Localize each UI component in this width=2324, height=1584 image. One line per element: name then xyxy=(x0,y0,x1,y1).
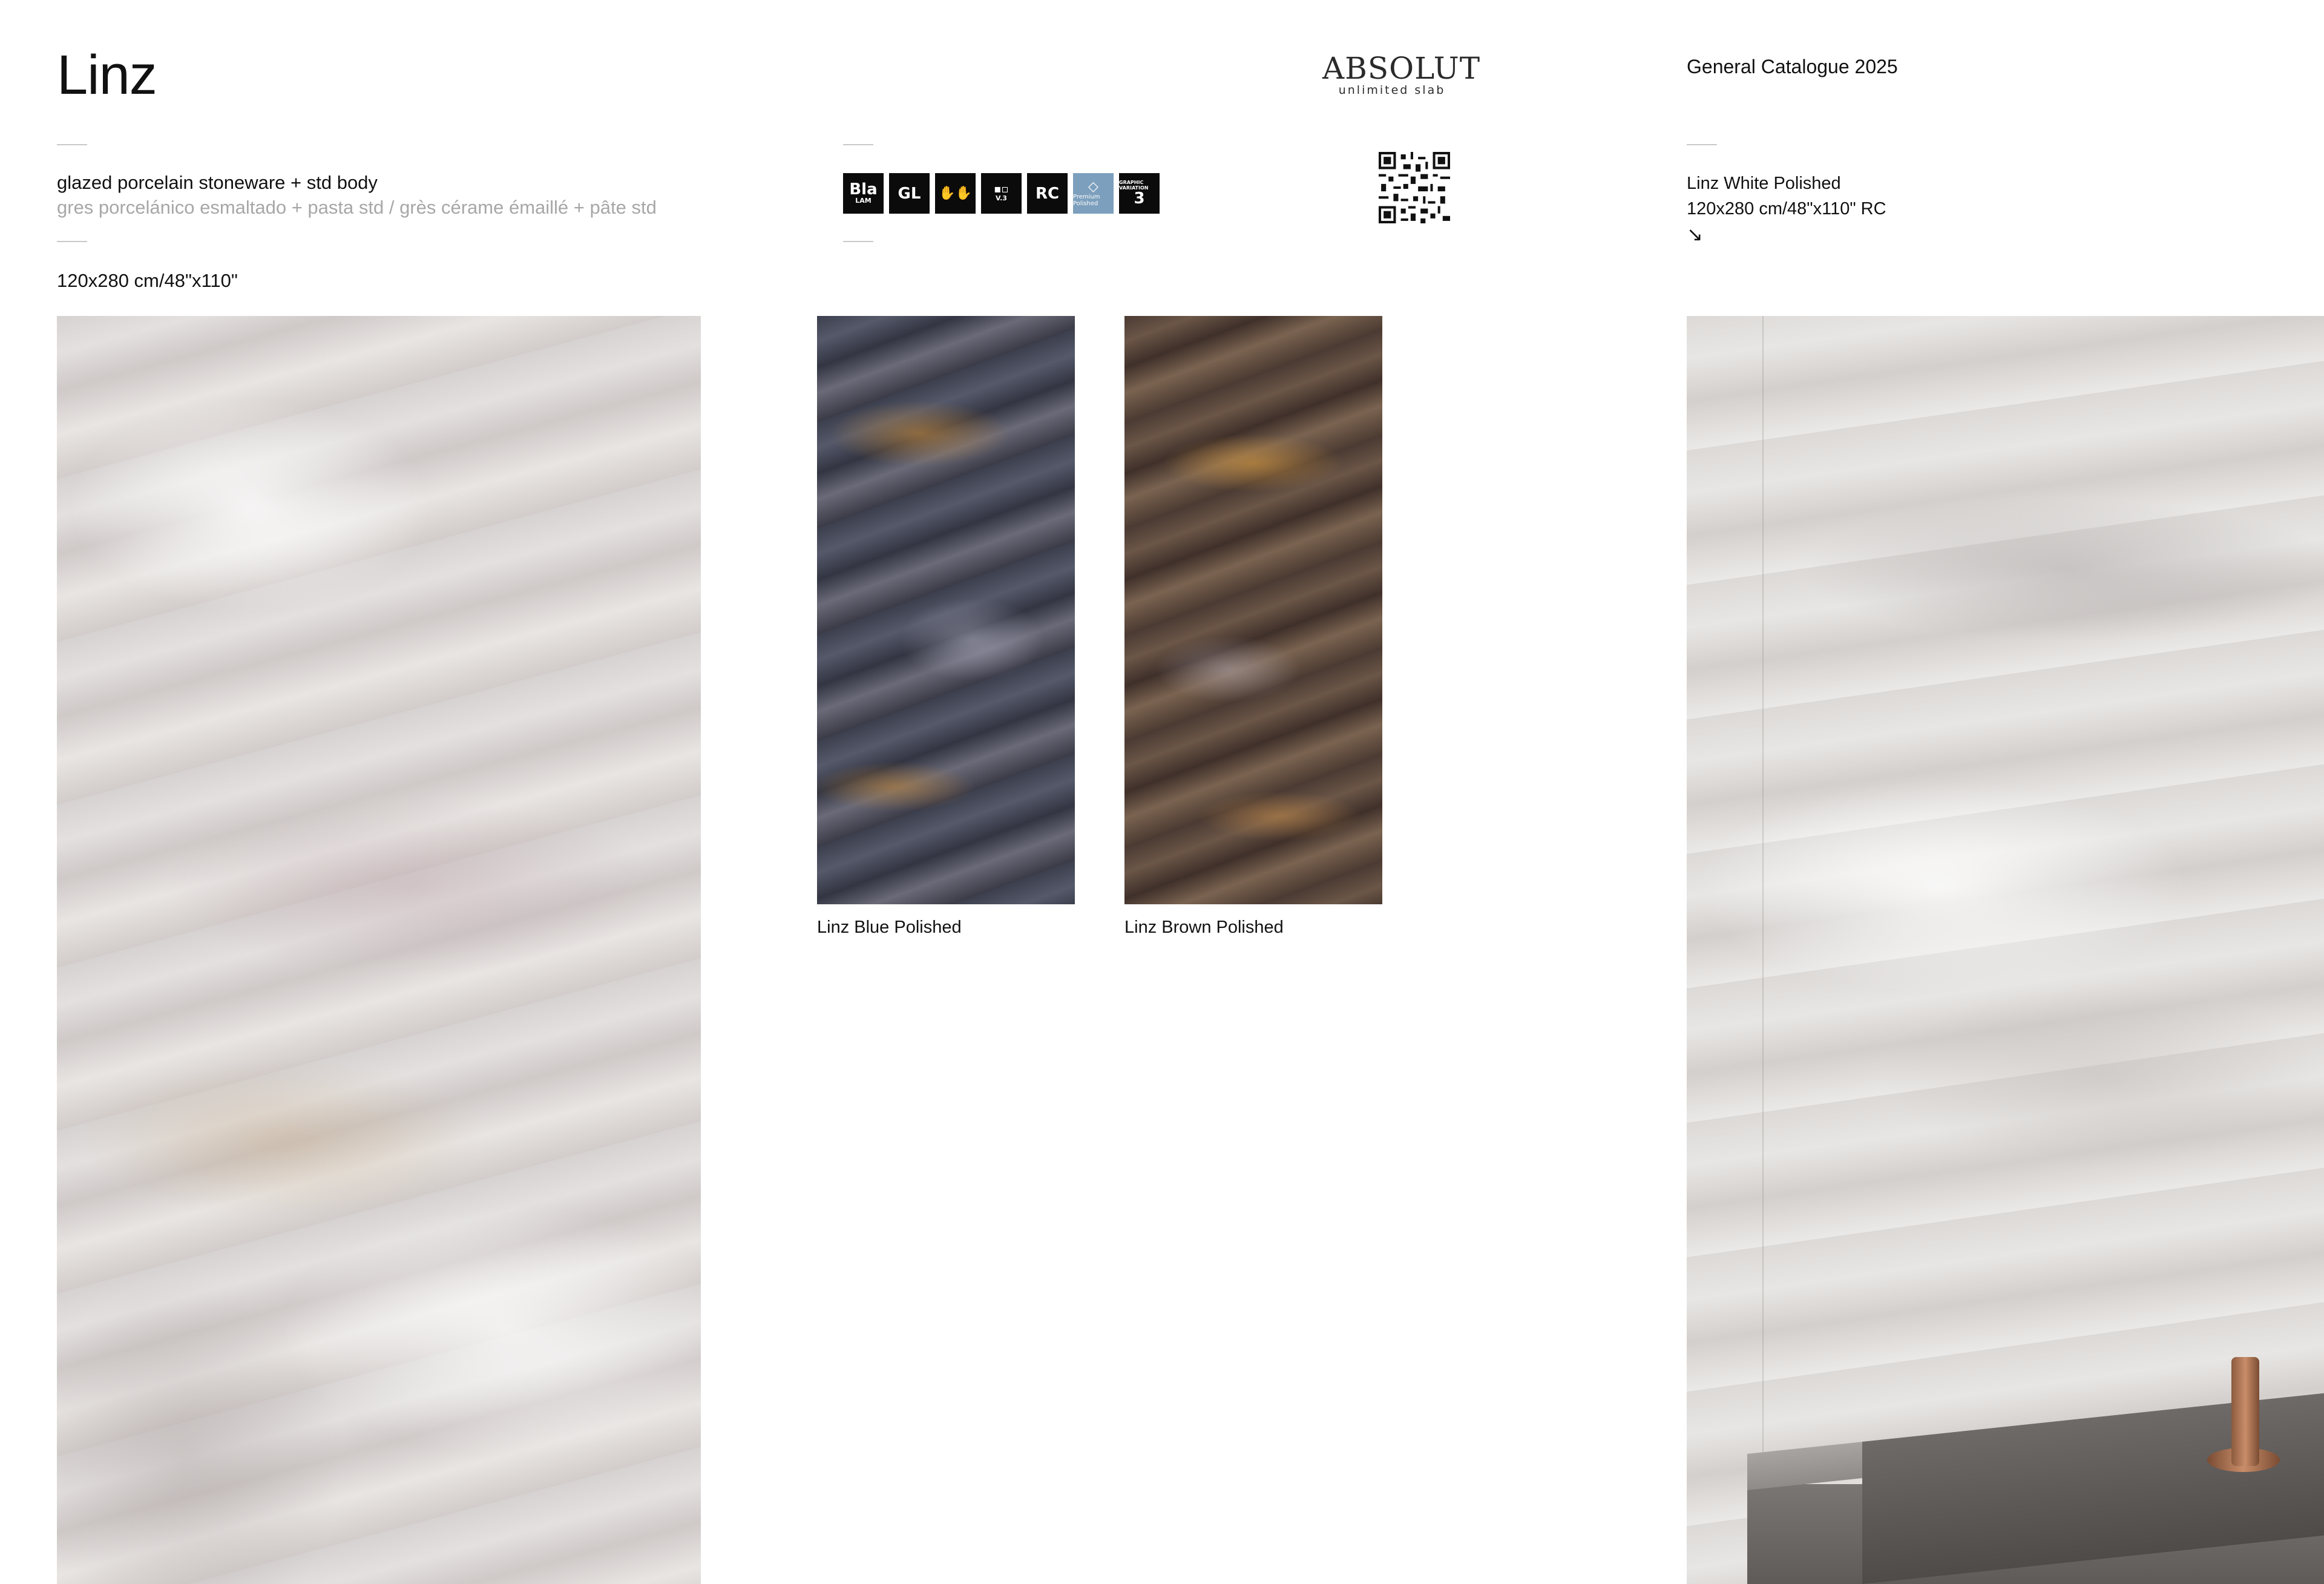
variant-caption: Linz Blue Polished xyxy=(817,918,962,937)
featured-name: Linz White Polished xyxy=(1687,174,1841,193)
badge-text: ◇ xyxy=(1088,179,1098,194)
material-translations: gres porcelánico esmaltado + pasta std /… xyxy=(57,197,657,218)
catalogue-label: General Catalogue 2025 xyxy=(1687,56,1898,77)
divider xyxy=(843,144,873,145)
page-title: Linz xyxy=(57,44,157,106)
divider xyxy=(57,241,87,242)
featured-info: Linz White Polished 120x280 cm/48"x110" … xyxy=(1687,171,1886,247)
format-size: 120x280 cm/48"x110" xyxy=(57,270,238,291)
gl-icon: GL xyxy=(889,173,930,214)
bla-lam-icon: Bla LAM xyxy=(843,173,884,214)
divider xyxy=(1687,144,1717,145)
logo-sub-text: unlimited slab xyxy=(1338,84,1446,97)
badge-text: 3 xyxy=(1134,189,1145,208)
qr-code-icon[interactable] xyxy=(1379,152,1450,223)
divider xyxy=(843,241,873,242)
graphic-variation-icon: GRAPHIC VARIATION 3 xyxy=(1119,173,1160,214)
badge-subtext: V.3 xyxy=(996,194,1007,203)
certification-badges: Bla LAM GL ✋✋ ▪▫ V.3 RC ◇ Premium Polish… xyxy=(843,173,1160,214)
rc-icon: RC xyxy=(1027,173,1068,214)
divider xyxy=(57,144,87,145)
slab-seam xyxy=(1762,316,1764,1584)
badge-text: ✋✋ xyxy=(939,185,972,201)
linz-blue-slab-image xyxy=(817,316,1075,904)
arrow-down-right-icon: ↘ xyxy=(1687,223,1703,245)
badge-subtext: Premium Polished xyxy=(1073,193,1100,207)
material-description: glazed porcelain stoneware + std body xyxy=(57,172,378,193)
badge-text: ▪▫ xyxy=(994,183,1009,196)
badge-text: GL xyxy=(898,184,921,203)
variant-caption: Linz Brown Polished xyxy=(1124,918,1284,937)
linz-white-slab-image xyxy=(57,316,701,1584)
brand-logo: ABSOLUT unlimited slab xyxy=(1322,51,1481,97)
badge-text: Bla xyxy=(849,180,878,199)
premium-polished-icon: ◇ Premium Polished xyxy=(1073,173,1114,214)
faucet-icon xyxy=(2231,1357,2259,1466)
linz-brown-slab-image xyxy=(1124,316,1382,904)
v3-variation-icon: ▪▫ V.3 xyxy=(981,173,1022,214)
logo-main-text: ABSOLUT xyxy=(1322,51,1481,86)
featured-size: 120x280 cm/48"x110" RC xyxy=(1687,199,1886,219)
hands-icon: ✋✋ xyxy=(935,173,976,214)
badge-text: RC xyxy=(1035,184,1060,203)
badge-subtext: LAM xyxy=(855,197,872,205)
bathroom-ambience-image xyxy=(1687,316,2324,1584)
